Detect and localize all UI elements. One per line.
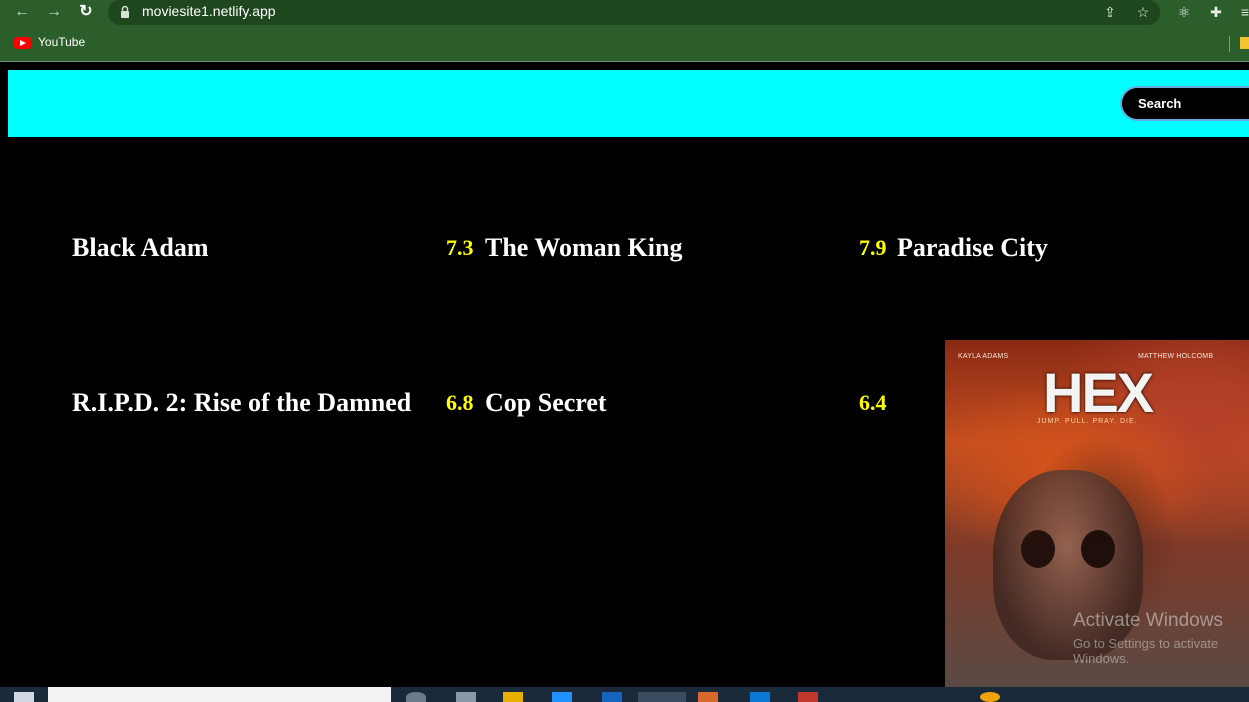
site-header — [8, 70, 1249, 137]
bookmark-star-icon[interactable]: ☆ — [1134, 3, 1152, 21]
poster-credit: KAYLA ADAMS — [958, 353, 1009, 360]
movie-rating: 6.8 — [446, 390, 474, 415]
movie-rating: 7.9 — [859, 235, 887, 260]
app-icon[interactable] — [698, 692, 718, 702]
movie-title[interactable]: Black Adam — [72, 233, 209, 263]
movie-title[interactable]: Cop Secret — [485, 388, 607, 418]
back-arrow-icon[interactable]: ← — [12, 2, 32, 22]
chrome-taskbar-icon[interactable] — [638, 692, 686, 702]
forward-arrow-icon[interactable]: → — [44, 2, 64, 22]
folder-icon[interactable] — [1240, 37, 1249, 49]
extensions-puzzle-icon[interactable]: ✚ — [1207, 3, 1225, 21]
bookmarks-bar: YouTube — [0, 30, 1249, 56]
movie-title[interactable]: Paradise City — [897, 233, 1048, 263]
poster-tagline: JUMP. PULL. PRAY. DIE. — [1037, 418, 1138, 425]
file-explorer-icon[interactable] — [503, 692, 523, 702]
reload-icon[interactable]: ↻ — [76, 2, 96, 22]
activate-windows-watermark: Activate Windows — [1073, 610, 1223, 631]
poster-eye — [1021, 530, 1055, 568]
movie-rating: 6.4 — [859, 390, 887, 415]
chrome-divider — [0, 61, 1249, 62]
windows-taskbar — [0, 687, 1249, 702]
start-icon[interactable] — [14, 692, 34, 702]
poster-credit: MATTHEW HOLCOMB — [1138, 353, 1214, 360]
weather-icon[interactable] — [980, 692, 1000, 702]
movie-rating: 7.3 — [446, 235, 474, 260]
bookmarks-divider — [1229, 36, 1230, 52]
store-icon[interactable] — [552, 692, 572, 702]
search-input[interactable] — [1120, 86, 1249, 121]
lock-icon — [121, 5, 129, 18]
movie-poster[interactable]: KAYLA ADAMS MATTHEW HOLCOMB HEX JUMP. PU… — [945, 340, 1249, 687]
task-view-icon[interactable] — [406, 692, 426, 702]
movie-title[interactable]: R.I.P.D. 2: Rise of the Damned — [72, 388, 411, 418]
youtube-icon — [14, 37, 31, 49]
share-icon[interactable]: ⇪ — [1101, 3, 1119, 21]
activate-windows-subtext: Go to Settings to activate Windows. — [1073, 636, 1219, 666]
taskbar-search[interactable] — [48, 687, 391, 702]
widgets-icon[interactable] — [456, 692, 476, 702]
menu-icon[interactable]: ≡ — [1236, 3, 1249, 21]
app-icon[interactable] — [798, 692, 818, 702]
app-icon[interactable] — [602, 692, 622, 702]
browser-toolbar: ← → ↻ moviesite1.netlify.app ⇪ ☆ ⚛ ✚ ≡ Y… — [0, 0, 1249, 62]
vscode-icon[interactable] — [750, 692, 770, 702]
bookmark-youtube[interactable]: YouTube — [38, 35, 85, 49]
poster-eye — [1081, 530, 1115, 568]
url-text: moviesite1.netlify.app — [142, 3, 276, 19]
address-bar[interactable]: moviesite1.netlify.app ⇪ ☆ — [108, 0, 1160, 25]
extension-react-icon[interactable]: ⚛ — [1175, 3, 1193, 21]
movie-title[interactable]: The Woman King — [485, 233, 682, 263]
poster-title: HEX — [1043, 361, 1154, 424]
